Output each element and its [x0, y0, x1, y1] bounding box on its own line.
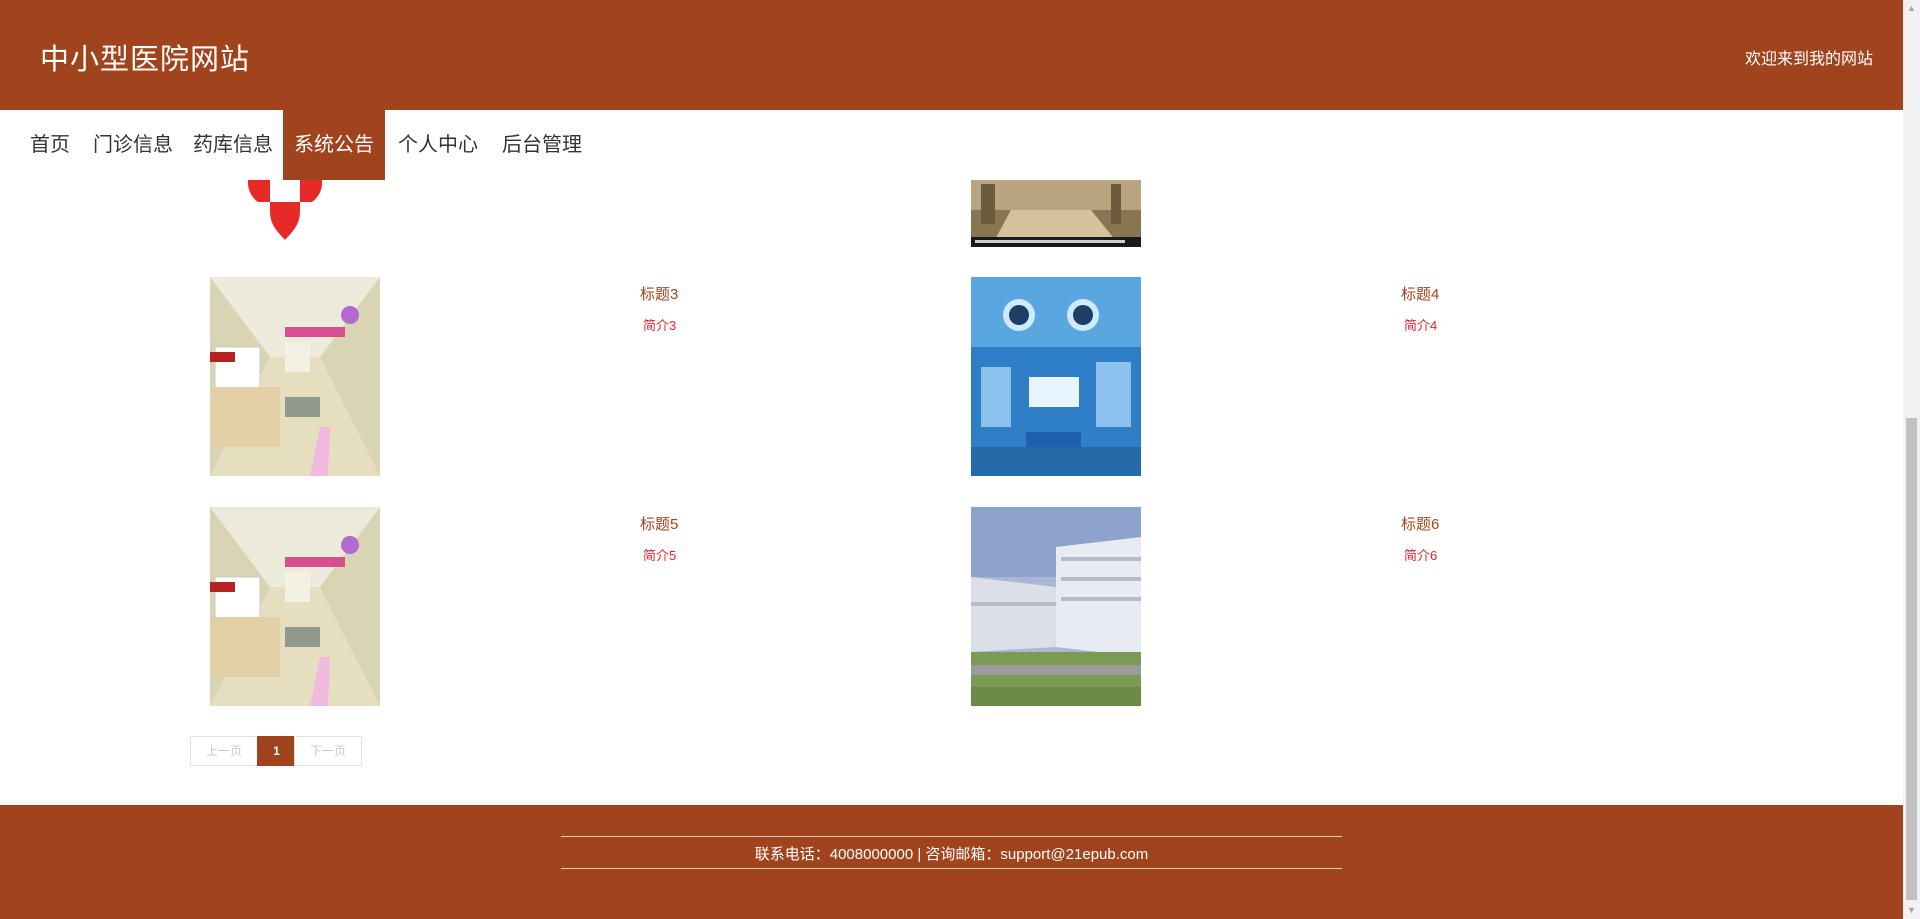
announcement-summary: 简介3 — [643, 318, 677, 333]
hospital-corridor-image — [210, 507, 380, 706]
announcement-thumb-3[interactable] — [210, 277, 380, 476]
footer-contact: 联系电话：4008000000 | 咨询邮箱：support@21epub.co… — [754, 846, 1149, 863]
next-page-button[interactable]: 下一页 — [294, 736, 362, 766]
nav-item-clinic[interactable]: 门诊信息 — [88, 110, 178, 180]
page-scrollbar[interactable]: ▲ ▼ — [1903, 0, 1920, 919]
welcome-text: 欢迎来到我的网站 — [1744, 51, 1873, 68]
operating-room-image — [971, 277, 1141, 476]
nav-item-pharmacy[interactable]: 药库信息 — [188, 110, 278, 180]
scroll-down-arrow-icon[interactable]: ▼ — [1903, 902, 1920, 919]
hospital-corridor-image — [210, 277, 380, 476]
scrollbar-thumb[interactable] — [1906, 418, 1917, 900]
announcement-summary: 简介6 — [1404, 548, 1438, 563]
announcement-thumb-6[interactable] — [971, 507, 1141, 706]
announcement-summary: 简介5 — [643, 548, 677, 563]
nav-item-admin[interactable]: 后台管理 — [497, 110, 587, 180]
announcement-thumb-5[interactable] — [210, 507, 380, 706]
main-nav: 首页 门诊信息 药库信息 系统公告 个人中心 后台管理 — [0, 110, 1903, 180]
nav-item-announcements[interactable]: 系统公告 — [283, 110, 385, 180]
scroll-up-arrow-icon[interactable]: ▲ — [1903, 0, 1920, 17]
announcement-title[interactable]: 标题6 — [1401, 513, 1439, 534]
footer-divider-bottom — [561, 868, 1342, 869]
nav-item-profile[interactable]: 个人中心 — [393, 110, 483, 180]
nav-item-home[interactable]: 首页 — [22, 110, 78, 180]
current-page-button[interactable]: 1 — [257, 736, 296, 766]
hospital-building-image — [971, 507, 1141, 706]
announcement-thumb-1[interactable] — [210, 180, 380, 247]
site-title: 中小型医院网站 — [40, 44, 251, 76]
announcement-thumb-2[interactable] — [971, 180, 1141, 247]
hospital-logo-image — [210, 180, 380, 247]
site-footer: 联系电话：4008000000 | 咨询邮箱：support@21epub.co… — [0, 805, 1903, 919]
announcement-thumb-4[interactable] — [971, 277, 1141, 476]
announcement-title[interactable]: 标题5 — [640, 513, 678, 534]
announcement-list: 标题3 简介3 标题4 简介4 标题5 简介5 标题6 简介6 — [0, 110, 1903, 805]
site-header: 中小型医院网站 欢迎来到我的网站 — [0, 0, 1903, 110]
announcement-title[interactable]: 标题3 — [640, 283, 678, 304]
announcement-summary: 简介4 — [1404, 318, 1438, 333]
announcement-title[interactable]: 标题4 — [1401, 283, 1439, 304]
footer-divider-top — [561, 836, 1342, 837]
prev-page-button[interactable]: 上一页 — [190, 736, 258, 766]
ward-photo-image — [971, 180, 1141, 247]
